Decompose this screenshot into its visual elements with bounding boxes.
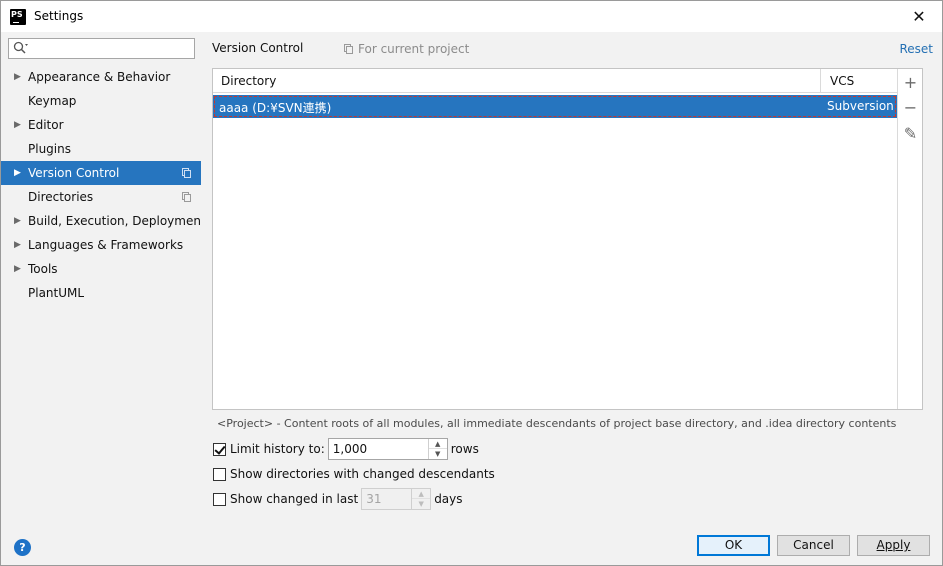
- spinner-up-icon[interactable]: ▲: [412, 489, 431, 499]
- sidebar-item-label: Languages & Frameworks: [28, 238, 184, 252]
- expand-arrow-icon[interactable]: ▶: [14, 113, 21, 137]
- page-title: Version Control: [212, 41, 304, 55]
- limit-history-spinner[interactable]: 1,000 ▲ ▼: [327, 438, 448, 460]
- show-directories-option: Show directories with changed descendant…: [213, 464, 495, 484]
- show-changed-spinner[interactable]: 31 ▲ ▼: [361, 488, 432, 510]
- expand-arrow-icon[interactable]: ▶: [14, 233, 21, 257]
- expand-arrow-icon[interactable]: ▶: [14, 161, 21, 185]
- column-header-vcs[interactable]: VCS: [830, 74, 854, 88]
- limit-history-option: Limit history to: 1,000 ▲ ▼ rows: [213, 438, 479, 460]
- limit-history-label[interactable]: Limit history to:: [230, 442, 325, 456]
- version-control-panel: Version Control For current project Rese…: [201, 32, 942, 525]
- show-changed-value[interactable]: 31: [366, 492, 381, 506]
- show-changed-label[interactable]: Show changed in last: [230, 492, 358, 506]
- sidebar-item-version-control[interactable]: ▶ Version Control: [1, 161, 201, 185]
- project-scope-icon: [182, 168, 191, 178]
- search-icon: [13, 41, 28, 54]
- project-scope-icon: [182, 192, 191, 202]
- apply-button[interactable]: Apply: [857, 535, 930, 556]
- cancel-button[interactable]: Cancel: [777, 535, 850, 556]
- search-input[interactable]: [33, 40, 191, 57]
- sidebar-item-languages-frameworks[interactable]: ▶ Languages & Frameworks: [1, 233, 201, 257]
- sidebar-item-label: Plugins: [28, 142, 71, 156]
- limit-history-checkbox[interactable]: [213, 442, 226, 456]
- phpstorm-app-icon: PS: [10, 9, 26, 25]
- sidebar-item-label: Appearance & Behavior: [28, 70, 171, 84]
- sidebar-item-tools[interactable]: ▶ Tools: [1, 257, 201, 281]
- table-toolbar: + − ✎: [897, 69, 922, 409]
- sidebar-item-label: Keymap: [28, 94, 77, 108]
- sidebar-item-label: PlantUML: [28, 286, 85, 300]
- project-note: <Project> - Content roots of all modules…: [217, 417, 897, 430]
- rows-label: rows: [450, 442, 479, 456]
- sidebar-item-label: Editor: [28, 118, 64, 132]
- project-scope-label: For current project: [344, 42, 469, 56]
- spinner-down-icon[interactable]: ▼: [412, 499, 430, 509]
- vcs-mappings-table: Directory VCS aaaa (D:¥SVN連携) Subversion…: [212, 68, 923, 410]
- show-directories-checkbox[interactable]: [213, 467, 226, 481]
- settings-search-field[interactable]: [8, 38, 195, 59]
- show-changed-checkbox[interactable]: [213, 492, 226, 506]
- sidebar-item-keymap[interactable]: Keymap: [1, 89, 201, 113]
- expand-arrow-icon[interactable]: ▶: [14, 209, 21, 233]
- remove-icon[interactable]: −: [902, 98, 919, 117]
- sidebar-item-label: Build, Execution, Deployment: [28, 214, 206, 228]
- sidebar-item-build-execution-deployment[interactable]: ▶ Build, Execution, Deployment: [1, 209, 206, 233]
- spinner-up-icon[interactable]: ▲: [428, 439, 447, 449]
- edit-icon[interactable]: ✎: [902, 124, 919, 143]
- limit-history-value[interactable]: 1,000: [333, 442, 367, 456]
- dialog-footer: ? OK Cancel Apply: [1, 525, 942, 565]
- settings-dialog: PS Settings ✕ ▶ Appearance & Behavior Keym…: [0, 0, 943, 566]
- expand-arrow-icon[interactable]: ▶: [14, 257, 21, 281]
- cell-vcs: Subversion: [827, 99, 894, 113]
- help-icon[interactable]: ?: [14, 539, 31, 556]
- scope-label-text: For current project: [358, 42, 470, 56]
- ok-button[interactable]: OK: [697, 535, 770, 556]
- days-label: days: [434, 492, 463, 506]
- app-icon-text: PS: [11, 10, 23, 19]
- apply-button-label: Apply: [876, 538, 911, 552]
- show-directories-label[interactable]: Show directories with changed descendant…: [230, 467, 495, 481]
- settings-sidebar: ▶ Appearance & Behavior Keymap ▶ Editor Plugi…: [1, 32, 206, 525]
- window-title: Settings: [34, 9, 84, 23]
- close-icon[interactable]: ✕: [896, 1, 942, 32]
- cell-directory: aaaa (D:¥SVN連携): [219, 101, 332, 115]
- sidebar-item-directories[interactable]: Directories: [1, 185, 201, 209]
- column-divider[interactable]: [820, 69, 821, 93]
- sidebar-item-appearance-behavior[interactable]: ▶ Appearance & Behavior: [1, 65, 201, 89]
- spinner-down-icon[interactable]: ▼: [429, 449, 447, 459]
- sidebar-item-label: Version Control: [28, 166, 120, 180]
- reset-link[interactable]: Reset: [899, 42, 933, 56]
- add-icon[interactable]: +: [902, 73, 919, 92]
- table-header: Directory VCS: [213, 69, 897, 93]
- sidebar-item-label: Tools: [28, 262, 58, 276]
- column-header-directory[interactable]: Directory: [221, 74, 276, 88]
- expand-arrow-icon[interactable]: ▶: [14, 65, 21, 89]
- sidebar-item-editor[interactable]: ▶ Editor: [1, 113, 201, 137]
- title-bar: PS Settings ✕: [1, 1, 942, 32]
- project-scope-icon: [344, 44, 353, 54]
- settings-tree: ▶ Appearance & Behavior Keymap ▶ Editor Plugi…: [1, 65, 206, 305]
- sidebar-item-plugins[interactable]: Plugins: [1, 137, 201, 161]
- sidebar-item-plantuml[interactable]: PlantUML: [1, 281, 201, 305]
- show-changed-option: Show changed in last 31 ▲ ▼ days: [213, 488, 463, 510]
- sidebar-item-label: Directories: [28, 190, 94, 204]
- table-row[interactable]: aaaa (D:¥SVN連携) Subversion: [213, 95, 897, 118]
